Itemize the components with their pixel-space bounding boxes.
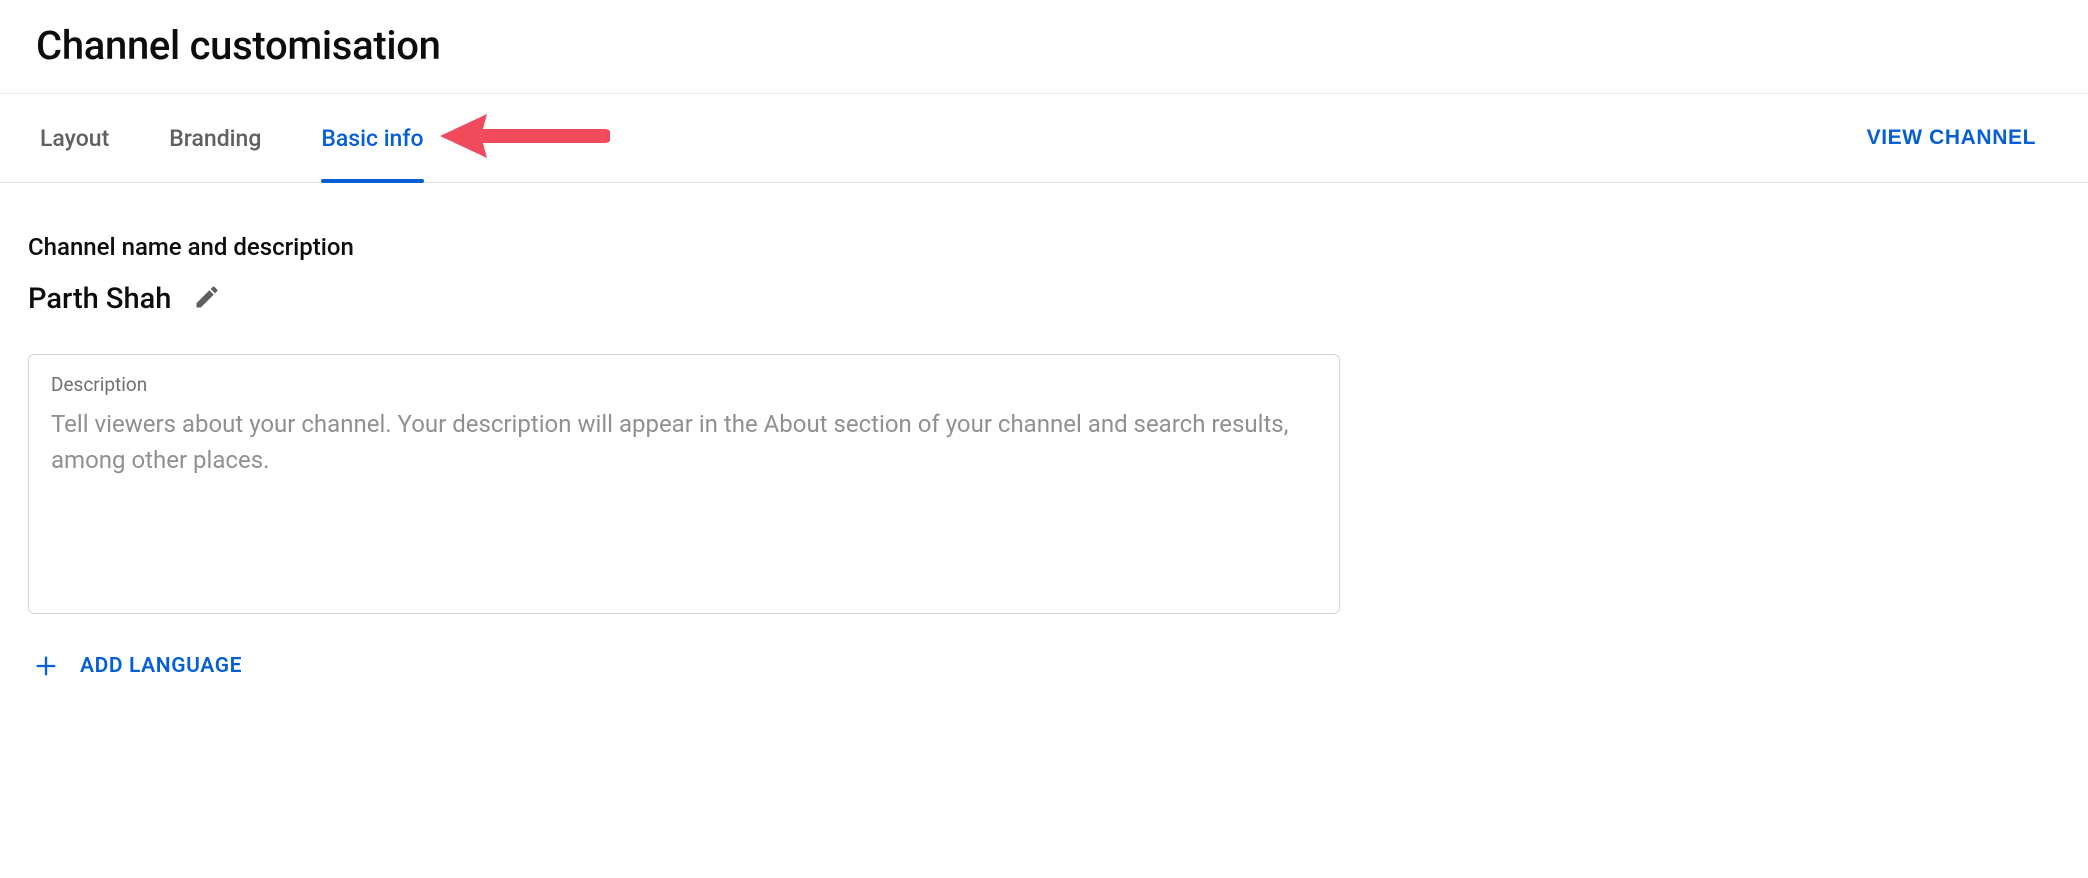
description-input[interactable]: Description Tell viewers about your chan… xyxy=(28,354,1340,614)
annotation-arrow-icon xyxy=(435,106,610,170)
view-channel-button[interactable]: VIEW CHANNEL xyxy=(1855,118,2048,158)
pencil-icon xyxy=(193,283,221,314)
channel-name: Parth Shah xyxy=(28,282,171,316)
tab-bar: Layout Branding Basic info VIEW CHANNEL xyxy=(0,93,2088,183)
tab-actions: VIEW CHANNEL xyxy=(1855,118,2048,158)
tab-layout[interactable]: Layout xyxy=(40,94,109,182)
tabs: Layout Branding Basic info xyxy=(40,94,424,182)
section-heading: Channel name and description xyxy=(28,233,2060,261)
description-placeholder: Tell viewers about your channel. Your de… xyxy=(51,406,1291,478)
add-language-label: ADD LANGUAGE xyxy=(80,654,242,678)
tab-basic-info[interactable]: Basic info xyxy=(321,94,423,182)
edit-name-button[interactable] xyxy=(189,279,225,318)
add-language-button[interactable]: ADD LANGUAGE xyxy=(28,648,2060,684)
channel-name-row: Parth Shah xyxy=(28,279,2060,318)
main-content: Channel name and description Parth Shah … xyxy=(0,183,2088,724)
page-title: Channel customisation xyxy=(0,0,2088,93)
description-label: Description xyxy=(51,373,1317,396)
tab-branding[interactable]: Branding xyxy=(169,94,261,182)
plus-icon xyxy=(32,652,60,680)
